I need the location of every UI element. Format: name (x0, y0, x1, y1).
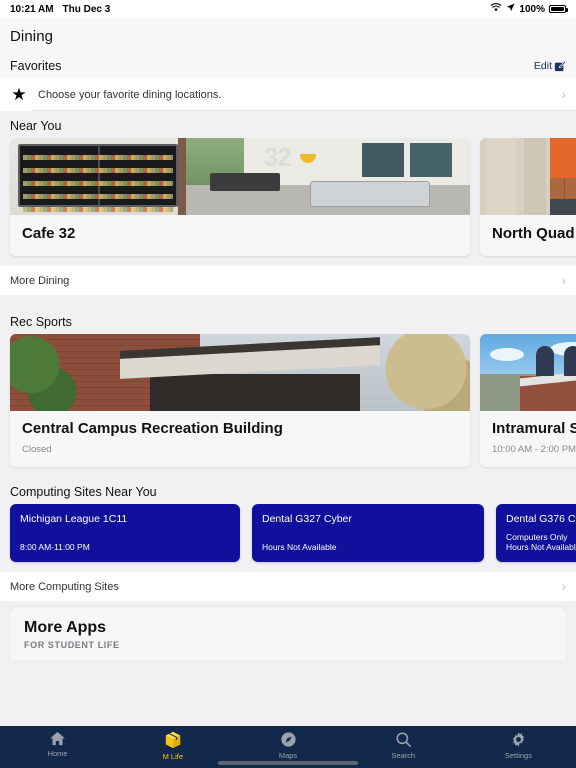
more-dining-label: More Dining (10, 274, 70, 287)
computing-tile-hours: 8:00 AM-11:00 PM (20, 542, 90, 553)
battery-percent: 100% (519, 3, 545, 15)
scroll-content[interactable]: Dining Favorites Edit ★ Choose your favo… (0, 18, 576, 726)
status-time: 10:21 AM (10, 3, 54, 15)
app-root: 10:21 AM Thu Dec 3 100% Dining Favorites… (0, 0, 576, 768)
edit-label: Edit (533, 60, 552, 72)
edit-pencil-icon (554, 60, 567, 72)
computing-title: Computing Sites Near You (10, 485, 157, 499)
more-dining-row[interactable]: More Dining › (0, 266, 576, 295)
favorites-section-header: Favorites Edit (0, 51, 576, 78)
more-apps-subtitle: FOR STUDENT LIFE (24, 640, 120, 650)
chevron-right-icon: › (561, 273, 566, 288)
status-bar-right: 100% (490, 3, 568, 15)
cube-icon (164, 731, 182, 749)
star-filled-icon: ★ (11, 85, 27, 104)
location-arrow-icon (506, 3, 515, 15)
status-date: Thu Dec 3 (62, 3, 111, 15)
computing-tile-hours: Hours Not Available (262, 542, 337, 553)
compass-icon (280, 731, 297, 748)
ccrb-photo (10, 334, 470, 411)
status-bar: 10:21 AM Thu Dec 3 100% (0, 0, 576, 18)
near-you-section-header: Near You (0, 111, 576, 138)
computing-tile-rail[interactable]: Michigan League 1C11 8:00 AM-11:00 PM De… (0, 504, 576, 572)
dining-card-north-quad[interactable]: North Quad (480, 138, 576, 256)
dining-card-title: North Quad (492, 225, 575, 242)
intramural-photo (480, 334, 576, 411)
computing-section-header: Computing Sites Near You (0, 477, 576, 504)
page-title: Dining (10, 28, 54, 45)
rec-card-hours: 10:00 AM - 2:00 PM, Op (492, 444, 576, 455)
computing-tile-dental-g327[interactable]: Dental G327 Cyber Hours Not Available (252, 504, 484, 562)
home-indicator (218, 761, 358, 765)
more-apps-card[interactable]: More Apps FOR STUDENT LIFE (10, 607, 566, 660)
intramural-card-body: Intramural S 10:00 AM - 2:00 PM, Op (480, 411, 576, 467)
tab-home[interactable]: Home (0, 731, 115, 758)
bottom-tab-bar: Home M Life Maps Search Settings (0, 726, 576, 768)
gear-icon (510, 731, 527, 748)
rec-card-hours: Closed (22, 444, 52, 455)
section-spacer (0, 295, 576, 307)
tab-home-label: Home (47, 749, 68, 758)
status-bar-left: 10:21 AM Thu Dec 3 (10, 4, 110, 15)
rec-card-ccrb[interactable]: Central Campus Recreation Building Close… (10, 334, 470, 467)
rec-sports-section-header: Rec Sports (0, 307, 576, 334)
tab-m-life[interactable]: M Life (115, 731, 230, 761)
chevron-right-icon: › (561, 87, 566, 102)
favorites-empty-row[interactable]: ★ Choose your favorite dining locations.… (0, 78, 576, 111)
rec-sports-title: Rec Sports (10, 315, 72, 329)
north-quad-card-body: North Quad (480, 215, 576, 256)
page-header: Dining (0, 18, 576, 51)
computing-tile-name: Michigan League 1C11 (20, 513, 128, 525)
tab-settings[interactable]: Settings (461, 731, 576, 760)
tab-settings-label: Settings (504, 751, 532, 760)
cafe-32-card-body: Cafe 32 (10, 215, 470, 256)
cafe-32-photo: 32 (10, 138, 470, 215)
ccrb-card-body: Central Campus Recreation Building Close… (10, 411, 470, 467)
more-computing-label: More Computing Sites (10, 580, 119, 593)
computing-tile-dental-g376[interactable]: Dental G376 Cybe Computers Only Hours No… (496, 504, 576, 562)
chevron-right-icon: › (561, 579, 566, 594)
tab-maps-label: Maps (278, 751, 298, 760)
north-quad-photo (480, 138, 576, 215)
favorites-title: Favorites (10, 59, 62, 73)
rec-sports-card-rail[interactable]: Central Campus Recreation Building Close… (0, 334, 576, 477)
computing-tile-hours: Computers Only Hours Not Available (506, 531, 576, 553)
near-you-card-rail[interactable]: 32 Cafe 32 North Quad (0, 138, 576, 266)
rec-card-title: Intramural S (492, 420, 576, 437)
computing-tile-name: Dental G376 Cybe (506, 513, 576, 525)
more-apps-title: More Apps (24, 619, 107, 636)
more-computing-sites-row[interactable]: More Computing Sites › (0, 572, 576, 601)
favorites-row-label: Choose your favorite dining locations. (38, 88, 222, 101)
wifi-icon (490, 3, 502, 15)
battery-full-icon (549, 5, 568, 13)
rec-card-intramural-sports[interactable]: Intramural S 10:00 AM - 2:00 PM, Op (480, 334, 576, 467)
tab-search-label: Search (391, 751, 416, 760)
tab-maps[interactable]: Maps (230, 731, 345, 760)
search-icon (395, 731, 412, 748)
near-you-title: Near You (10, 119, 62, 133)
tab-search[interactable]: Search (346, 731, 461, 760)
edit-favorites-button[interactable]: Edit (533, 60, 567, 72)
dining-card-cafe-32[interactable]: 32 Cafe 32 (10, 138, 470, 256)
home-icon (49, 731, 66, 746)
row-divider (32, 110, 576, 111)
dining-card-title: Cafe 32 (22, 225, 76, 242)
computing-tile-name: Dental G327 Cyber (262, 513, 352, 525)
tab-m-life-label: M Life (162, 752, 184, 761)
rec-card-title: Central Campus Recreation Building (22, 420, 283, 437)
computing-tile-michigan-league[interactable]: Michigan League 1C11 8:00 AM-11:00 PM (10, 504, 240, 562)
